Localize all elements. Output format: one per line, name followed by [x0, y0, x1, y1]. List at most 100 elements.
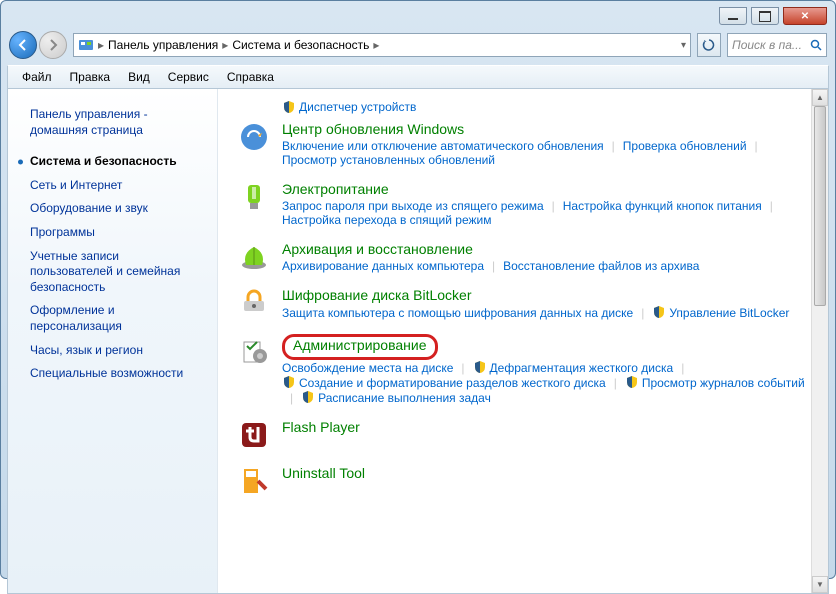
- sidebar-item-clock[interactable]: Часы, язык и регион: [18, 339, 207, 363]
- task-item: Просмотр установленных обновлений: [282, 153, 495, 167]
- task-list: Защита компьютера с помощью шифрования д…: [282, 305, 808, 320]
- forward-button[interactable]: [39, 31, 67, 59]
- sidebar-item-system-security[interactable]: Система и безопасность: [18, 150, 207, 174]
- task-item: Дефрагментация жесткого диска: [473, 360, 674, 375]
- category-title[interactable]: Flash Player: [282, 419, 360, 435]
- category-row: Шифрование диска BitLocker Защита компьют…: [238, 287, 808, 320]
- category-icon: [238, 121, 270, 153]
- breadcrumb-current[interactable]: Система и безопасность: [228, 38, 373, 52]
- shield-icon: [625, 375, 639, 389]
- task-item: Восстановление файлов из архива: [503, 259, 699, 273]
- sidebar: Панель управления - домашняя страница Си…: [8, 89, 218, 593]
- category-icon: [238, 334, 270, 366]
- task-link[interactable]: Дефрагментация жесткого диска: [490, 360, 674, 376]
- task-link[interactable]: Освобождение места на диске: [282, 360, 453, 376]
- scrollbar[interactable]: ▲ ▼: [811, 89, 828, 593]
- task-link[interactable]: Настройка перехода в спящий режим: [282, 212, 491, 228]
- category-icon: [238, 419, 270, 451]
- category-title[interactable]: Uninstall Tool: [282, 465, 365, 481]
- category-title[interactable]: Шифрование диска BitLocker: [282, 287, 472, 303]
- task-link[interactable]: Архивирование данных компьютера: [282, 258, 484, 274]
- sidebar-item-programs[interactable]: Программы: [18, 221, 207, 245]
- task-item: Запрос пароля при выходе из спящего режи…: [282, 199, 544, 213]
- task-separator: |: [282, 391, 301, 405]
- sidebar-item-hardware[interactable]: Оборудование и звук: [18, 197, 207, 221]
- task-device-manager[interactable]: Диспетчер устройств: [299, 99, 416, 115]
- task-separator: |: [453, 361, 472, 375]
- category-icon: [238, 241, 270, 273]
- task-item: Просмотр журналов событий: [625, 375, 805, 390]
- category-icon: [238, 465, 270, 497]
- category-body: Электропитание Запрос пароля при выходе и…: [282, 181, 808, 227]
- sidebar-item-network[interactable]: Сеть и Интернет: [18, 174, 207, 198]
- task-link[interactable]: Настройка функций кнопок питания: [563, 198, 762, 214]
- category-body: Flash Player: [282, 419, 808, 437]
- category-title[interactable]: Администрирование: [293, 337, 427, 353]
- highlight-ring: Администрирование: [282, 334, 438, 360]
- category-body: Центр обновления Windows Включение или от…: [282, 121, 808, 167]
- menu-tools[interactable]: Сервис: [160, 68, 217, 86]
- category-row: Электропитание Запрос пароля при выходе и…: [238, 181, 808, 227]
- task-link[interactable]: Восстановление файлов из архива: [503, 258, 699, 274]
- task-link[interactable]: Просмотр установленных обновлений: [282, 152, 495, 168]
- task-list: Включение или отключение автоматического…: [282, 139, 808, 167]
- task-separator: |: [762, 199, 781, 213]
- maximize-button[interactable]: [751, 7, 779, 25]
- task-link[interactable]: Управление BitLocker: [669, 305, 789, 321]
- sidebar-item-accessibility[interactable]: Специальные возможности: [18, 362, 207, 386]
- menu-file[interactable]: Файл: [14, 68, 60, 86]
- task-link[interactable]: Расписание выполнения задач: [318, 390, 491, 406]
- minimize-button[interactable]: [719, 7, 747, 25]
- task-item: Включение или отключение автоматического…: [282, 139, 604, 153]
- task-item: Управление BitLocker: [652, 305, 789, 320]
- category-title[interactable]: Электропитание: [282, 181, 389, 197]
- task-separator: |: [544, 199, 563, 213]
- back-button[interactable]: [9, 31, 37, 59]
- shield-icon: [282, 100, 296, 114]
- menu-bar: Файл Правка Вид Сервис Справка: [7, 65, 829, 89]
- refresh-icon: [702, 38, 716, 52]
- menu-help[interactable]: Справка: [219, 68, 282, 86]
- category-title[interactable]: Архивация и восстановление: [282, 241, 473, 257]
- scroll-thumb[interactable]: [814, 106, 826, 306]
- task-link[interactable]: Создание и форматирование разделов жестк…: [299, 375, 606, 391]
- category-row: Uninstall Tool: [238, 465, 808, 497]
- task-list: Освобождение места на диске|Дефрагментац…: [282, 360, 808, 405]
- search-input[interactable]: Поиск в па...: [727, 33, 827, 57]
- scroll-up-button[interactable]: ▲: [812, 89, 828, 106]
- breadcrumb-root[interactable]: Панель управления: [104, 38, 222, 52]
- sidebar-home[interactable]: Панель управления - домашняя страница: [18, 103, 207, 142]
- arrow-left-icon: [16, 38, 30, 52]
- refresh-button[interactable]: [697, 33, 721, 57]
- menu-edit[interactable]: Правка: [62, 68, 119, 86]
- dropdown-icon[interactable]: ▾: [681, 40, 686, 51]
- category-body: Администрирование Освобождение места на д…: [282, 334, 808, 405]
- task-link[interactable]: Защита компьютера с помощью шифрования д…: [282, 305, 633, 321]
- category-title[interactable]: Центр обновления Windows: [282, 121, 464, 137]
- task-list: Запрос пароля при выходе из спящего режи…: [282, 199, 808, 227]
- address-bar[interactable]: ▸ Панель управления ▸ Система и безопасн…: [73, 33, 691, 57]
- task-link[interactable]: Просмотр журналов событий: [642, 375, 805, 391]
- nav-buttons: [9, 31, 67, 59]
- category-row: Архивация и восстановлениеАрхивирование …: [238, 241, 808, 273]
- arrow-right-icon: [46, 38, 60, 52]
- task-separator: |: [484, 259, 503, 273]
- task-list: Архивирование данных компьютера|Восстано…: [282, 259, 808, 273]
- category-icon: [238, 181, 270, 213]
- close-button[interactable]: [783, 7, 827, 25]
- task-separator: |: [633, 306, 652, 320]
- main-panel: Диспетчер устройств Центр обновления Win…: [218, 89, 828, 593]
- category-row: Flash Player: [238, 419, 808, 451]
- task-link[interactable]: Проверка обновлений: [623, 138, 747, 154]
- menu-view[interactable]: Вид: [120, 68, 158, 86]
- sidebar-item-appearance[interactable]: Оформление и персонализация: [18, 299, 207, 338]
- task-item: Настройка перехода в спящий режим: [282, 213, 491, 227]
- shield-icon: [301, 390, 315, 404]
- task-item: Создание и форматирование разделов жестк…: [282, 375, 606, 390]
- task-separator: |: [604, 139, 623, 153]
- sidebar-item-users[interactable]: Учетные записи пользователей и семейная …: [18, 245, 207, 300]
- category-body: Шифрование диска BitLocker Защита компьют…: [282, 287, 808, 320]
- task-separator: |: [606, 376, 625, 390]
- task-separator: |: [673, 361, 692, 375]
- task-separator: |: [747, 139, 766, 153]
